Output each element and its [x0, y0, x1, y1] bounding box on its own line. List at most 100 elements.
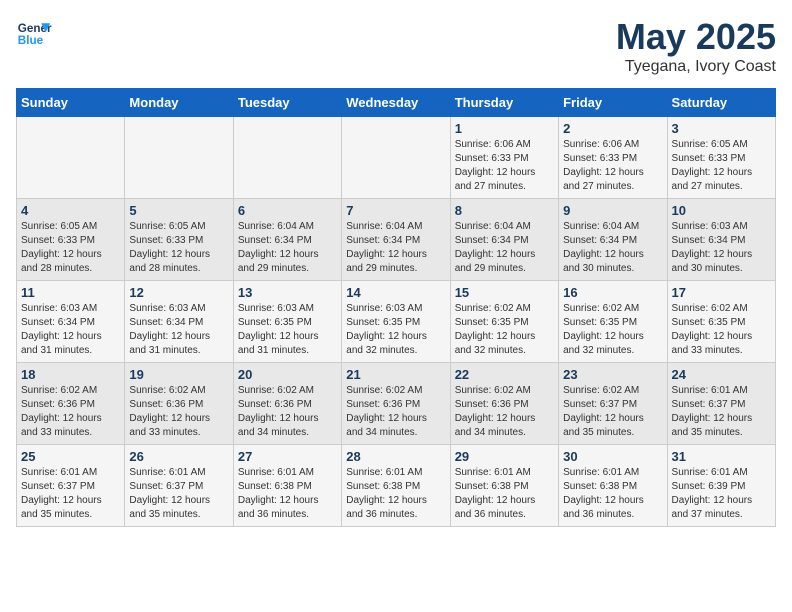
day-number: 25 [21, 449, 120, 464]
week-row-1: 4Sunrise: 6:05 AM Sunset: 6:33 PM Daylig… [17, 199, 776, 281]
calendar-cell: 19Sunrise: 6:02 AM Sunset: 6:36 PM Dayli… [125, 363, 233, 445]
day-number: 28 [346, 449, 445, 464]
day-number: 8 [455, 203, 554, 218]
day-info: Sunrise: 6:02 AM Sunset: 6:36 PM Dayligh… [21, 384, 120, 440]
calendar-cell: 26 Sunrise: 6:01 AM Sunset: 6:37 PM Dayli… [125, 445, 233, 527]
day-number: 3 [672, 121, 771, 136]
day-info: Sunrise: 6:01 AM Sunset: 6:37 PM Dayligh… [672, 384, 771, 440]
header-row: SundayMondayTuesdayWednesdayThursdayFrid… [17, 89, 776, 117]
day-number: 6 [238, 203, 337, 218]
calendar-cell: 7 Sunrise: 6:04 AM Sunset: 6:34 PM Daylig… [342, 199, 450, 281]
calendar-cell: 25 Sunrise: 6:01 AM Sunset: 6:37 PM Dayli… [17, 445, 125, 527]
calendar-cell: 8 Sunrise: 6:04 AM Sunset: 6:34 PM Daylig… [450, 199, 558, 281]
calendar-cell: 21 Sunrise: 6:02 AM Sunset: 6:36 PM Dayli… [342, 363, 450, 445]
week-row-3: 18 Sunrise: 6:02 AM Sunset: 6:36 PM Dayli… [17, 363, 776, 445]
calendar-cell: 23 Sunrise: 6:02 AM Sunset: 6:37 PM Dayli… [559, 363, 667, 445]
day-info: Sunrise: 6:04 AM Sunset: 6:34 PM Dayligh… [346, 220, 445, 276]
day-info: Sunrise: 6:01 AM Sunset: 6:38 PM Dayligh… [346, 466, 445, 522]
day-info: Sunrise: 6:01 AM Sunset: 6:38 PM Dayligh… [563, 466, 662, 522]
day-number: 26 [129, 449, 228, 464]
calendar-cell: 17 Sunrise: 6:02 AM Sunset: 6:35 PM Dayli… [667, 281, 775, 363]
header-monday: Monday [125, 89, 233, 117]
svg-text:Blue: Blue [18, 34, 44, 47]
logo: General Blue [16, 16, 52, 52]
day-number: 5 [129, 203, 228, 218]
day-number: 15 [455, 285, 554, 300]
week-row-2: 11Sunrise: 6:03 AM Sunset: 6:34 PM Dayli… [17, 281, 776, 363]
calendar-cell: 14 Sunrise: 6:03 AM Sunset: 6:35 PM Dayli… [342, 281, 450, 363]
day-number: 1 [455, 121, 554, 136]
day-number: 12 [129, 285, 228, 300]
calendar-title: May 2025 [616, 16, 776, 58]
day-number: 23 [563, 367, 662, 382]
day-info: Sunrise: 6:04 AM Sunset: 6:34 PM Dayligh… [563, 220, 662, 276]
day-info: Sunrise: 6:05 AM Sunset: 6:33 PM Dayligh… [672, 138, 771, 194]
calendar-cell: 4Sunrise: 6:05 AM Sunset: 6:33 PM Daylig… [17, 199, 125, 281]
day-number: 17 [672, 285, 771, 300]
header-friday: Friday [559, 89, 667, 117]
day-number: 13 [238, 285, 337, 300]
calendar-cell [17, 117, 125, 199]
calendar-cell: 15 Sunrise: 6:02 AM Sunset: 6:35 PM Dayli… [450, 281, 558, 363]
day-info: Sunrise: 6:02 AM Sunset: 6:35 PM Dayligh… [672, 302, 771, 358]
calendar-cell: 20Sunrise: 6:02 AM Sunset: 6:36 PM Dayli… [233, 363, 341, 445]
day-info: Sunrise: 6:01 AM Sunset: 6:38 PM Dayligh… [455, 466, 554, 522]
calendar-cell: 22 Sunrise: 6:02 AM Sunset: 6:36 PM Dayli… [450, 363, 558, 445]
header-saturday: Saturday [667, 89, 775, 117]
page-header: General Blue May 2025 Tyegana, Ivory Coa… [16, 16, 776, 76]
calendar-cell: 2Sunrise: 6:06 AM Sunset: 6:33 PM Daylig… [559, 117, 667, 199]
week-row-0: 1 Sunrise: 6:06 AM Sunset: 6:33 PM Daylig… [17, 117, 776, 199]
day-number: 7 [346, 203, 445, 218]
day-number: 29 [455, 449, 554, 464]
day-number: 21 [346, 367, 445, 382]
header-sunday: Sunday [17, 89, 125, 117]
title-block: May 2025 Tyegana, Ivory Coast [616, 16, 776, 76]
day-info: Sunrise: 6:02 AM Sunset: 6:37 PM Dayligh… [563, 384, 662, 440]
day-number: 24 [672, 367, 771, 382]
day-number: 30 [563, 449, 662, 464]
day-info: Sunrise: 6:01 AM Sunset: 6:37 PM Dayligh… [21, 466, 120, 522]
day-number: 18 [21, 367, 120, 382]
calendar-cell [125, 117, 233, 199]
day-info: Sunrise: 6:03 AM Sunset: 6:35 PM Dayligh… [346, 302, 445, 358]
calendar-cell: 3 Sunrise: 6:05 AM Sunset: 6:33 PM Daylig… [667, 117, 775, 199]
calendar-cell: 24 Sunrise: 6:01 AM Sunset: 6:37 PM Dayli… [667, 363, 775, 445]
calendar-cell [342, 117, 450, 199]
calendar-cell: 12Sunrise: 6:03 AM Sunset: 6:34 PM Dayli… [125, 281, 233, 363]
day-info: Sunrise: 6:06 AM Sunset: 6:33 PM Dayligh… [563, 138, 662, 194]
day-number: 10 [672, 203, 771, 218]
day-info: Sunrise: 6:06 AM Sunset: 6:33 PM Dayligh… [455, 138, 554, 194]
day-info: Sunrise: 6:02 AM Sunset: 6:36 PM Dayligh… [238, 384, 337, 440]
day-info: Sunrise: 6:05 AM Sunset: 6:33 PM Dayligh… [21, 220, 120, 276]
calendar-cell: 10 Sunrise: 6:03 AM Sunset: 6:34 PM Dayli… [667, 199, 775, 281]
logo-icon: General Blue [16, 16, 52, 52]
day-info: Sunrise: 6:02 AM Sunset: 6:36 PM Dayligh… [455, 384, 554, 440]
day-number: 19 [129, 367, 228, 382]
calendar-cell: 6 Sunrise: 6:04 AM Sunset: 6:34 PM Daylig… [233, 199, 341, 281]
calendar-cell: 16Sunrise: 6:02 AM Sunset: 6:35 PM Dayli… [559, 281, 667, 363]
day-info: Sunrise: 6:04 AM Sunset: 6:34 PM Dayligh… [455, 220, 554, 276]
day-info: Sunrise: 6:01 AM Sunset: 6:38 PM Dayligh… [238, 466, 337, 522]
day-info: Sunrise: 6:05 AM Sunset: 6:33 PM Dayligh… [129, 220, 228, 276]
day-info: Sunrise: 6:02 AM Sunset: 6:36 PM Dayligh… [346, 384, 445, 440]
calendar-cell: 5 Sunrise: 6:05 AM Sunset: 6:33 PM Daylig… [125, 199, 233, 281]
day-info: Sunrise: 6:03 AM Sunset: 6:35 PM Dayligh… [238, 302, 337, 358]
week-row-4: 25 Sunrise: 6:01 AM Sunset: 6:37 PM Dayli… [17, 445, 776, 527]
day-info: Sunrise: 6:03 AM Sunset: 6:34 PM Dayligh… [672, 220, 771, 276]
day-info: Sunrise: 6:02 AM Sunset: 6:35 PM Dayligh… [455, 302, 554, 358]
day-info: Sunrise: 6:02 AM Sunset: 6:35 PM Dayligh… [563, 302, 662, 358]
calendar-table: SundayMondayTuesdayWednesdayThursdayFrid… [16, 88, 776, 527]
day-info: Sunrise: 6:04 AM Sunset: 6:34 PM Dayligh… [238, 220, 337, 276]
calendar-cell: 27Sunrise: 6:01 AM Sunset: 6:38 PM Dayli… [233, 445, 341, 527]
calendar-cell: 13 Sunrise: 6:03 AM Sunset: 6:35 PM Dayli… [233, 281, 341, 363]
calendar-cell: 1 Sunrise: 6:06 AM Sunset: 6:33 PM Daylig… [450, 117, 558, 199]
calendar-cell: 30 Sunrise: 6:01 AM Sunset: 6:38 PM Dayli… [559, 445, 667, 527]
calendar-cell: 9Sunrise: 6:04 AM Sunset: 6:34 PM Daylig… [559, 199, 667, 281]
day-info: Sunrise: 6:03 AM Sunset: 6:34 PM Dayligh… [21, 302, 120, 358]
day-info: Sunrise: 6:01 AM Sunset: 6:39 PM Dayligh… [672, 466, 771, 522]
day-number: 22 [455, 367, 554, 382]
calendar-cell: 11Sunrise: 6:03 AM Sunset: 6:34 PM Dayli… [17, 281, 125, 363]
header-thursday: Thursday [450, 89, 558, 117]
day-info: Sunrise: 6:01 AM Sunset: 6:37 PM Dayligh… [129, 466, 228, 522]
day-number: 14 [346, 285, 445, 300]
